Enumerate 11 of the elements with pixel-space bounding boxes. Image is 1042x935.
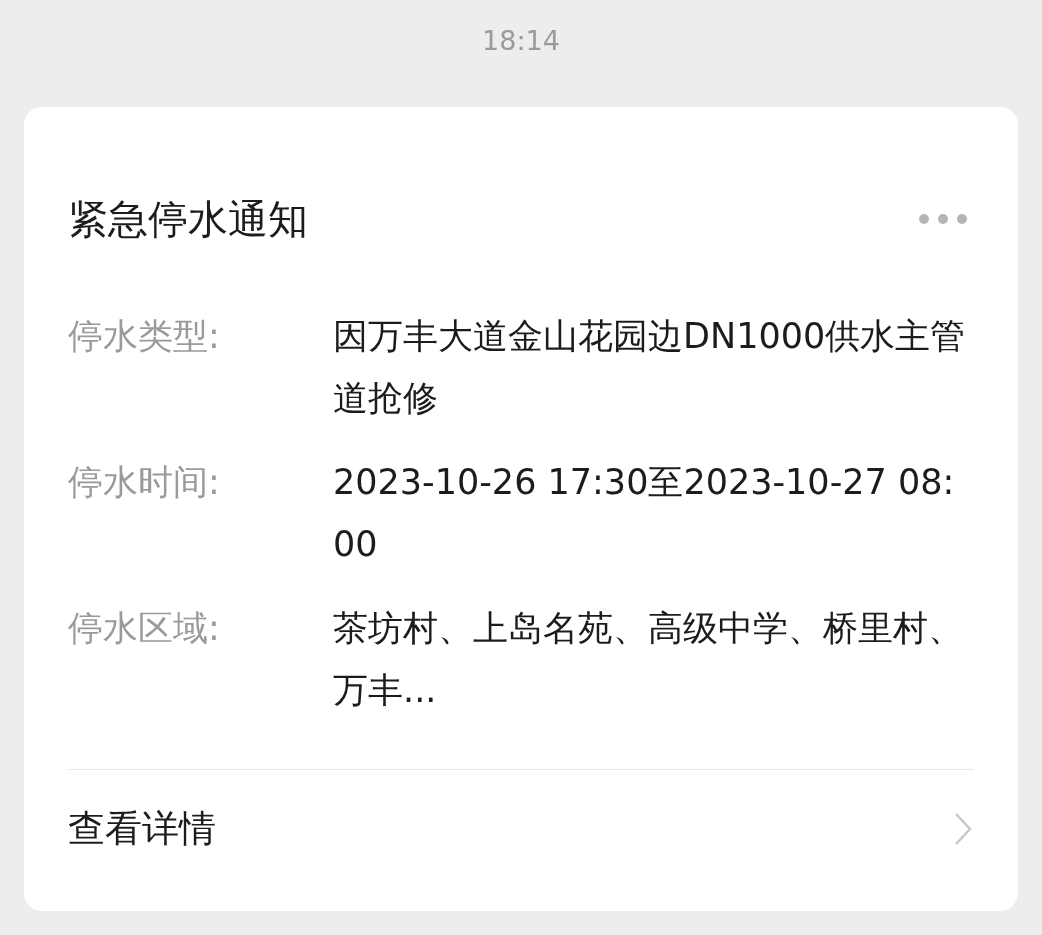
field-value: 2023-10-26 17:30至2023-10-27 08:00 — [333, 461, 956, 566]
field-label: 停水类型: — [68, 315, 221, 358]
field-value: 因万丰大道金山花园边DN1000供水主管道抢修 — [333, 315, 967, 420]
more-icon[interactable] — [918, 213, 968, 225]
details-link[interactable]: 查看详情 — [68, 804, 216, 854]
field-label: 停水时间: — [68, 461, 221, 504]
card-title: 紧急停水通知 — [68, 195, 308, 244]
field-label: 停水区域: — [68, 607, 221, 650]
message-time: 18:14 — [481, 24, 561, 58]
field-value: 茶坊村、上岛名苑、高级中学、桥里村、万丰... — [333, 607, 964, 712]
chevron-right-icon[interactable] — [954, 812, 972, 846]
